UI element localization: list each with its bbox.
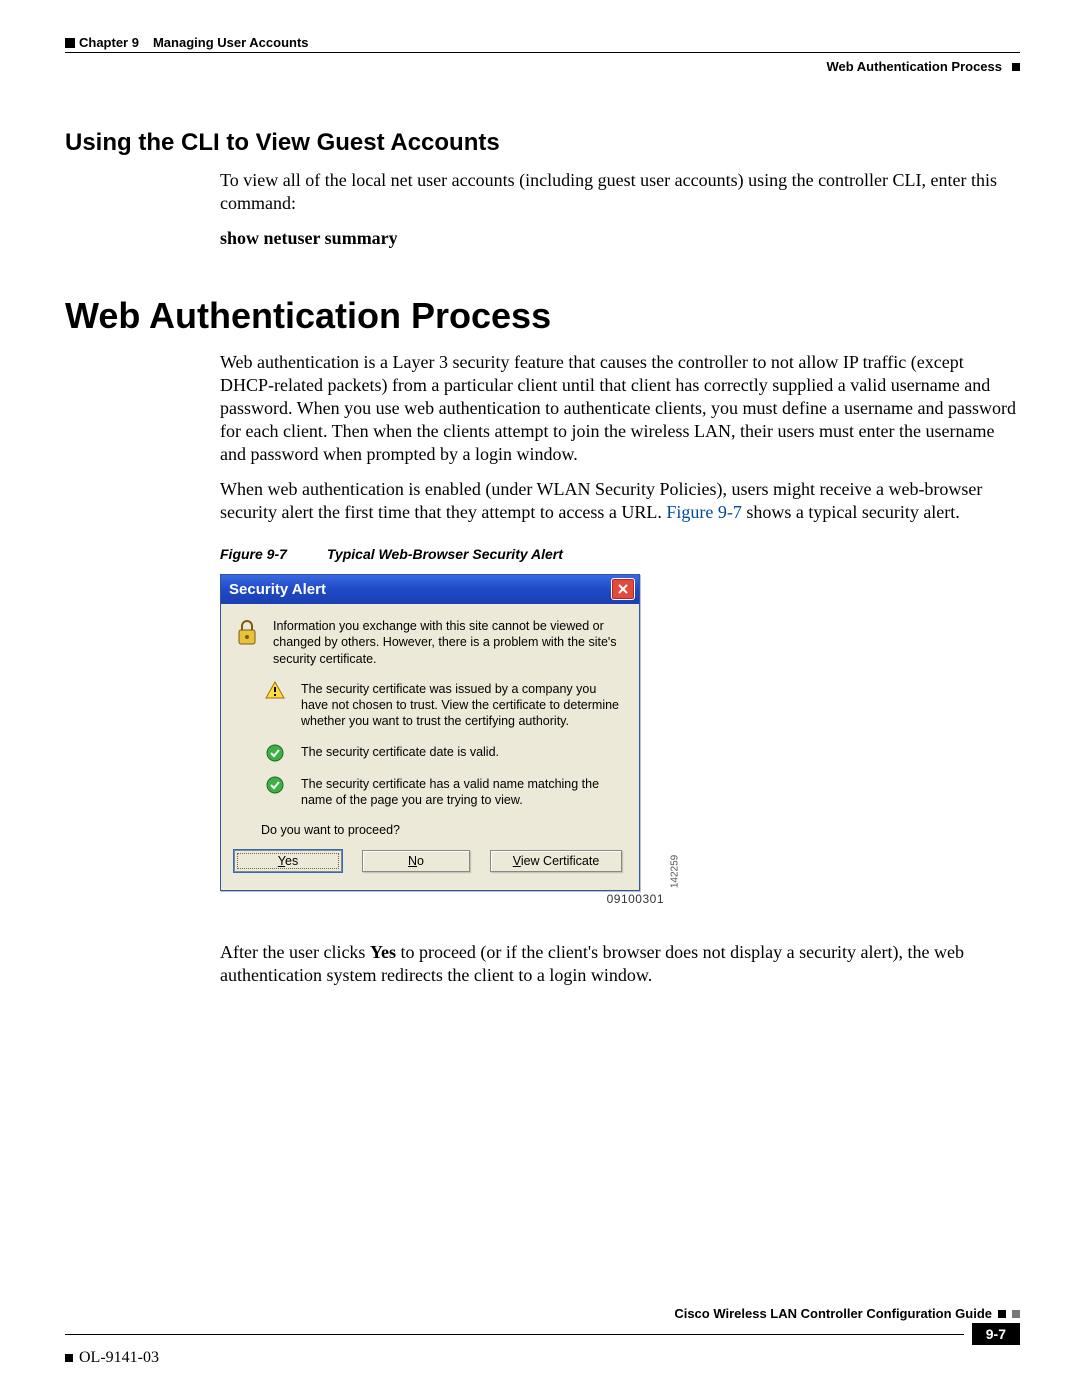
after-para-yes: Yes [370, 942, 396, 962]
after-figure-paragraph: After the user clicks Yes to proceed (or… [220, 941, 1020, 987]
cli-intro-text: To view all of the local net user accoun… [220, 169, 1020, 215]
no-label-rest: o [417, 854, 424, 868]
dialog-lock-text: Information you exchange with this site … [273, 618, 623, 667]
footer-guide-row: Cisco Wireless LAN Controller Configurat… [65, 1306, 1020, 1321]
figure-title: Typical Web-Browser Security Alert [327, 546, 563, 564]
header-rule [65, 52, 1020, 53]
chapter-number: Chapter 9 [79, 35, 139, 50]
footer-doc-id: OL-9141-03 [79, 1349, 159, 1367]
page-number: 9-7 [972, 1323, 1020, 1345]
page-footer: Cisco Wireless LAN Controller Configurat… [65, 1306, 1020, 1367]
cli-command: show netuser summary [220, 227, 1020, 250]
dialog-title: Security Alert [229, 580, 326, 599]
dialog-row-ok2: The security certificate has a valid nam… [261, 776, 623, 809]
footer-square-icon-2 [1012, 1310, 1020, 1318]
section-name: Web Authentication Process [826, 59, 1002, 74]
dialog-warn-text: The security certificate was issued by a… [301, 681, 623, 730]
view-label-rest: iew Certificate [521, 854, 600, 868]
close-button[interactable] [611, 578, 635, 600]
figure-caption: Figure 9-7 Typical Web-Browser Security … [220, 546, 1020, 564]
footer-left-square-icon [65, 1354, 73, 1362]
lock-icon [233, 618, 261, 667]
paragraph-2: When web authentication is enabled (unde… [220, 478, 1020, 524]
dialog-row-warn: The security certificate was issued by a… [261, 681, 623, 730]
dialog-row-lock: Information you exchange with this site … [233, 618, 623, 667]
after-para-a: After the user clicks [220, 942, 370, 962]
figure-label: Figure 9-7 [220, 546, 287, 564]
security-alert-dialog: Security Alert Information you exchange … [220, 574, 640, 891]
paragraph-2b: shows a typical security alert. [742, 502, 960, 522]
header-end-square-icon [1012, 63, 1020, 71]
chapter-title: Managing User Accounts [153, 35, 309, 50]
figure-below-number: 09100301 [607, 892, 664, 907]
figure-crossref-link[interactable]: Figure 9-7 [666, 502, 742, 522]
yes-button[interactable]: Yes [234, 850, 342, 872]
dialog-ok1-text: The security certificate date is valid. [301, 744, 623, 762]
paragraph-1: Web authentication is a Layer 3 security… [220, 351, 1020, 466]
footer-square-icon [998, 1310, 1006, 1318]
warning-icon [261, 681, 289, 730]
footer-rule [65, 1334, 964, 1335]
no-button[interactable]: No [362, 850, 470, 872]
footer-guide-title: Cisco Wireless LAN Controller Configurat… [674, 1306, 992, 1321]
figure-side-number: 142259 [669, 855, 682, 888]
yes-label-rest: es [285, 854, 298, 868]
check-icon [261, 744, 289, 762]
header-bullet-icon [65, 38, 75, 48]
footer-docid-row: OL-9141-03 [65, 1349, 1020, 1367]
header-section-right: Web Authentication Process [65, 59, 1020, 74]
view-certificate-button[interactable]: View Certificate [490, 850, 622, 872]
close-icon [617, 583, 629, 595]
dialog-proceed-text: Do you want to proceed? [261, 822, 623, 838]
subheading-cli: Using the CLI to View Guest Accounts [65, 129, 1020, 157]
dialog-titlebar: Security Alert [221, 575, 639, 604]
dialog-row-ok1: The security certificate date is valid. [261, 744, 623, 762]
header-chapter-row: Chapter 9 Managing User Accounts [65, 35, 1020, 50]
heading-web-auth: Web Authentication Process [65, 295, 1020, 337]
check-icon [261, 776, 289, 809]
dialog-ok2-text: The security certificate has a valid nam… [301, 776, 623, 809]
security-alert-figure: Security Alert Information you exchange … [220, 574, 660, 891]
